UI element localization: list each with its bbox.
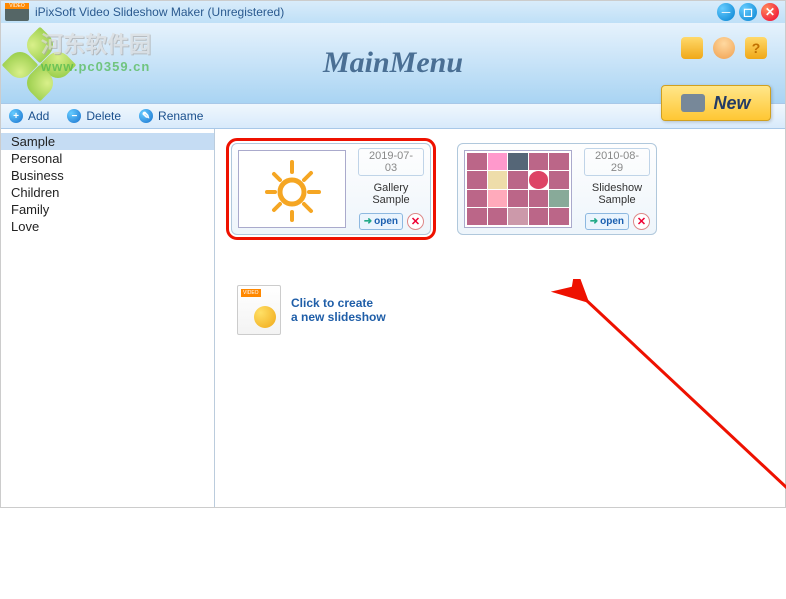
add-button[interactable]: + Add bbox=[9, 109, 49, 123]
minimize-button[interactable]: ─ bbox=[717, 3, 735, 21]
user-icon[interactable] bbox=[713, 37, 735, 59]
rename-label: Rename bbox=[158, 109, 203, 123]
add-icon: + bbox=[9, 109, 23, 123]
sidebar-item-sample[interactable]: Sample bbox=[1, 133, 214, 150]
rename-icon: ✎ bbox=[139, 109, 153, 123]
header: 河东软件园 www.pc0359.cn MainMenu ? New bbox=[1, 23, 785, 103]
sidebar-item-business[interactable]: Business bbox=[1, 167, 214, 184]
sidebar-item-personal[interactable]: Personal bbox=[1, 150, 214, 167]
window-title: iPixSoft Video Slideshow Maker (Unregist… bbox=[35, 5, 284, 19]
delete-card-button[interactable]: ✕ bbox=[633, 213, 650, 230]
close-button[interactable]: ✕ bbox=[761, 3, 779, 21]
app-icon bbox=[5, 3, 29, 21]
card-name: Gallery Sample bbox=[358, 182, 424, 213]
sidebar-item-love[interactable]: Love bbox=[1, 218, 214, 235]
thumbnail bbox=[238, 150, 346, 228]
page-title: MainMenu bbox=[323, 46, 463, 80]
new-button[interactable]: New bbox=[661, 85, 771, 121]
create-text: Click to create a new slideshow bbox=[291, 296, 386, 324]
slideshow-card[interactable]: 2019-07-03 Gallery Sample➜open✕ bbox=[231, 143, 431, 235]
cards-row: 2019-07-03Gallery Sample➜open✕2010-08-29… bbox=[231, 143, 769, 235]
sidebar: SamplePersonalBusinessChildrenFamilyLove bbox=[1, 129, 215, 507]
open-button[interactable]: ➜open bbox=[359, 213, 403, 230]
delete-icon: − bbox=[67, 109, 81, 123]
new-button-label: New bbox=[713, 93, 750, 114]
create-slideshow-button[interactable]: Click to create a new slideshow bbox=[237, 285, 769, 335]
delete-label: Delete bbox=[86, 109, 121, 123]
card-name: Slideshow Sample bbox=[584, 182, 650, 213]
sidebar-item-children[interactable]: Children bbox=[1, 184, 214, 201]
help-icon[interactable]: ? bbox=[745, 37, 767, 59]
content-area: 2019-07-03Gallery Sample➜open✕2010-08-29… bbox=[215, 129, 785, 507]
sidebar-item-family[interactable]: Family bbox=[1, 201, 214, 218]
titlebar: iPixSoft Video Slideshow Maker (Unregist… bbox=[1, 1, 785, 23]
maximize-button[interactable]: ◻ bbox=[739, 3, 757, 21]
header-icons: ? bbox=[681, 37, 767, 59]
thumbnail bbox=[464, 150, 572, 228]
workspace: SamplePersonalBusinessChildrenFamilyLove… bbox=[1, 129, 785, 507]
slideshow-card[interactable]: 2010-08-29 Slideshow Sample➜open✕ bbox=[457, 143, 657, 235]
create-icon bbox=[237, 285, 281, 335]
logo-icon bbox=[7, 32, 69, 94]
delete-button[interactable]: − Delete bbox=[67, 109, 121, 123]
folder-icon[interactable] bbox=[681, 37, 703, 59]
camera-icon bbox=[681, 94, 705, 112]
open-button[interactable]: ➜open bbox=[585, 213, 629, 230]
rename-button[interactable]: ✎ Rename bbox=[139, 109, 203, 123]
delete-card-button[interactable]: ✕ bbox=[407, 213, 424, 230]
card-date: 2019-07-03 bbox=[358, 148, 424, 176]
window-controls: ─ ◻ ✕ bbox=[717, 3, 779, 21]
add-label: Add bbox=[28, 109, 49, 123]
card-date: 2010-08-29 bbox=[584, 148, 650, 176]
